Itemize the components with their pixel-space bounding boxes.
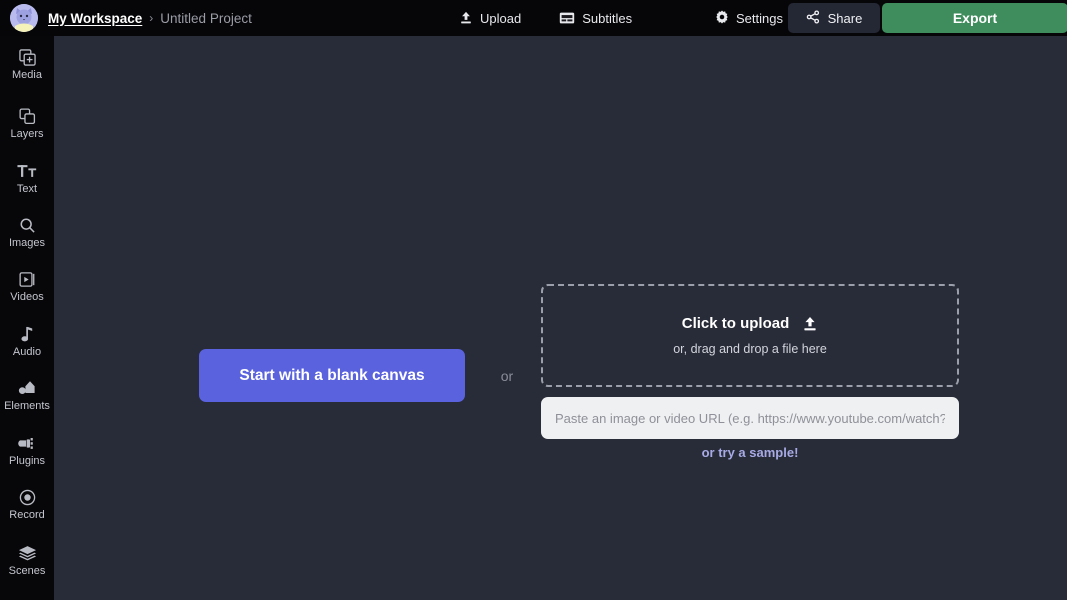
toolbar-actions: Upload Subtitles <box>455 0 636 36</box>
subtitles-label: Subtitles <box>582 11 632 26</box>
media-url-input[interactable] <box>541 397 959 439</box>
try-sample-link[interactable]: or try a sample! <box>541 445 959 460</box>
start-blank-canvas-button[interactable]: Start with a blank canvas <box>199 349 465 402</box>
dropzone-subtitle: or, drag and drop a file here <box>673 342 827 356</box>
settings-button[interactable]: Settings <box>715 0 783 36</box>
top-toolbar: My Workspace › Untitled Project Upload <box>0 0 1067 36</box>
sidebar-item-videos[interactable]: Videos <box>0 270 54 314</box>
dropzone-heading: Click to upload <box>682 315 819 332</box>
sidebar-label-audio: Audio <box>13 346 41 358</box>
sidebar-item-images[interactable]: Images <box>0 216 54 260</box>
layers-icon <box>19 107 36 125</box>
sidebar-label-record: Record <box>9 509 44 521</box>
sidebar-item-scenes[interactable]: Scenes <box>0 544 54 588</box>
elements-shapes-icon <box>18 379 36 397</box>
subtitles-icon <box>559 11 575 25</box>
sidebar-label-plugins: Plugins <box>9 455 45 467</box>
avatar[interactable] <box>10 4 38 32</box>
upload-dropzone[interactable]: Click to upload or, drag and drop a file… <box>541 284 959 387</box>
sidebar-item-record[interactable]: Record <box>0 488 54 532</box>
record-circle-icon <box>19 488 36 506</box>
upload-icon <box>459 11 473 25</box>
breadcrumb-workspace[interactable]: My Workspace <box>48 11 142 26</box>
images-search-icon <box>19 216 36 234</box>
avatar-cat-illustration <box>10 4 38 32</box>
sidebar-item-layers[interactable]: Layers <box>0 107 54 151</box>
upload-icon <box>802 316 818 332</box>
share-button[interactable]: Share <box>788 3 880 33</box>
upload-button[interactable]: Upload <box>455 7 525 30</box>
text-icon <box>17 162 37 180</box>
or-separator: or <box>495 365 519 387</box>
sidebar-label-layers: Layers <box>10 128 43 140</box>
share-label: Share <box>828 11 863 26</box>
export-button[interactable]: Export <box>882 3 1067 33</box>
sidebar-label-videos: Videos <box>10 291 43 303</box>
breadcrumb-separator-icon: › <box>149 11 153 25</box>
audio-note-icon <box>20 325 35 343</box>
breadcrumb-project[interactable]: Untitled Project <box>160 11 252 26</box>
gear-icon <box>715 10 729 27</box>
plugins-plug-icon <box>18 434 36 452</box>
videos-play-icon <box>19 270 36 288</box>
main-canvas-area: Start with a blank canvas or Click to up… <box>54 36 1067 600</box>
sidebar-item-media[interactable]: Media <box>0 48 54 92</box>
sidebar-label-media: Media <box>12 69 42 81</box>
subtitles-button[interactable]: Subtitles <box>555 7 636 30</box>
left-sidebar: Media Layers Text <box>0 36 54 600</box>
sidebar-label-images: Images <box>9 237 45 249</box>
sidebar-label-elements: Elements <box>4 400 50 412</box>
share-icon <box>806 10 820 27</box>
sidebar-item-audio[interactable]: Audio <box>0 325 54 369</box>
breadcrumb: My Workspace › Untitled Project <box>48 0 252 36</box>
sidebar-label-scenes: Scenes <box>9 565 46 577</box>
media-add-icon <box>19 48 36 66</box>
dropzone-title: Click to upload <box>682 315 790 332</box>
sidebar-label-text: Text <box>17 183 37 195</box>
scenes-stack-icon <box>18 544 37 562</box>
settings-label: Settings <box>736 11 783 26</box>
upload-label: Upload <box>480 11 521 26</box>
sidebar-item-text[interactable]: Text <box>0 162 54 206</box>
sidebar-item-elements[interactable]: Elements <box>0 379 54 423</box>
sidebar-item-plugins[interactable]: Plugins <box>0 434 54 478</box>
app-root: My Workspace › Untitled Project Upload <box>0 0 1067 600</box>
